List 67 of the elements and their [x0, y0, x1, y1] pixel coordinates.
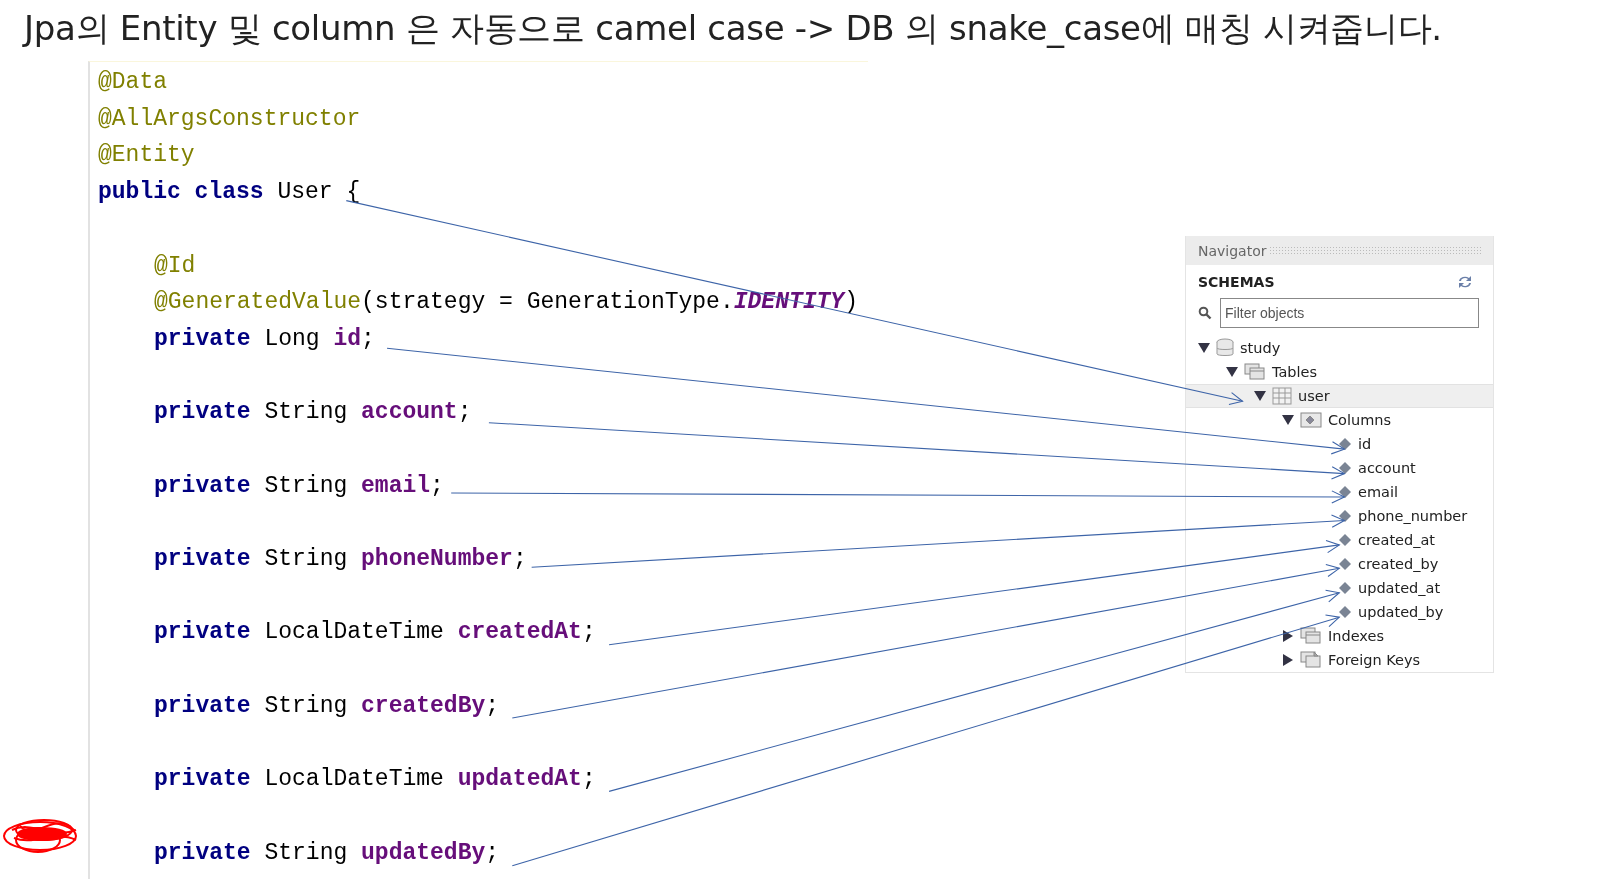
column-diamond-icon [1338, 557, 1352, 571]
tree-label: user [1298, 388, 1330, 404]
tree-label: Columns [1328, 412, 1392, 428]
code-line: private LocalDateTime updatedAt; [153, 765, 596, 795]
code-line: private LocalDateTime createdAt; [153, 618, 596, 648]
code-line: private String account; [153, 398, 472, 428]
tree-label: created_at [1358, 532, 1436, 548]
tree-label: study [1240, 340, 1281, 356]
tree-label: id [1358, 436, 1372, 452]
folder-icon [1244, 363, 1266, 381]
tree-item[interactable]: updated_at [1186, 576, 1493, 600]
column-diamond-icon [1338, 581, 1352, 595]
tree-item[interactable]: user [1186, 384, 1493, 408]
code-line: private String phoneNumber; [153, 545, 527, 575]
code-line: private Long id; [153, 324, 375, 354]
tree-item[interactable]: created_by [1186, 552, 1493, 576]
tree-item[interactable]: id [1186, 432, 1493, 456]
collapse-arrow-icon[interactable] [1282, 414, 1294, 426]
columns-folder-icon [1300, 411, 1322, 429]
tree-label: created_by [1358, 556, 1439, 572]
column-diamond-icon [1338, 509, 1352, 523]
table-icon [1272, 387, 1292, 405]
tree-label: updated_by [1358, 604, 1444, 620]
tree-item[interactable]: updated_by [1186, 600, 1493, 624]
folder-icon [1300, 627, 1322, 645]
column-diamond-icon [1338, 605, 1352, 619]
tree-item[interactable]: Columns [1186, 408, 1493, 432]
code-line: @Id [153, 251, 196, 281]
tree-label: Indexes [1328, 628, 1384, 644]
tree-item[interactable]: Indexes [1186, 624, 1493, 648]
code-line: @Entity [98, 141, 195, 171]
tree-label: account [1358, 460, 1416, 476]
column-diamond-icon [1338, 461, 1352, 475]
tree-label: email [1358, 484, 1398, 500]
code-line: private String email; [153, 471, 444, 501]
search-icon [1198, 306, 1212, 320]
tree-label: updated_at [1358, 580, 1441, 596]
filter-field[interactable]: Filter objects [1220, 298, 1479, 328]
tree-label: Tables [1272, 364, 1318, 380]
tree-item[interactable]: Foreign Keys [1186, 648, 1493, 672]
tree-item[interactable]: Tables [1186, 360, 1493, 384]
expand-arrow-icon[interactable] [1282, 654, 1294, 666]
tree-label: Foreign Keys [1328, 652, 1421, 668]
tree-item[interactable]: email [1186, 480, 1493, 504]
slide-title: Jpa의 Entity 및 column 은 자동으로 camel case -> DB 의 snake_case에 매칭 시켜줍니다. [21, 7, 1443, 50]
code-line: @Data [98, 68, 167, 97]
code-line: private String createdBy; [153, 691, 500, 721]
refresh-icon[interactable] [1457, 274, 1473, 289]
code-line: @AllArgsConstructor [98, 104, 361, 134]
tree-item[interactable]: created_at [1186, 528, 1493, 552]
column-diamond-icon [1338, 533, 1352, 547]
schemas-heading: SCHEMAS [1198, 273, 1275, 290]
navigator-title: Navigator [1198, 242, 1267, 259]
collapse-arrow-icon[interactable] [1254, 390, 1266, 402]
expand-arrow-icon[interactable] [1282, 630, 1294, 642]
database-icon [1216, 338, 1234, 358]
tree-item[interactable]: phone_number [1186, 504, 1493, 528]
code-line: private String updatedBy; [153, 838, 500, 868]
tree-label: phone_number [1358, 508, 1468, 524]
column-diamond-icon [1338, 437, 1352, 451]
collapse-arrow-icon[interactable] [1226, 366, 1238, 378]
collapse-arrow-icon[interactable] [1198, 342, 1210, 354]
keys-folder-icon [1300, 651, 1322, 669]
column-diamond-icon [1338, 485, 1352, 499]
tree-item[interactable]: account [1186, 456, 1493, 480]
code-line: public class User { [98, 178, 361, 208]
tree-item[interactable]: study [1186, 336, 1493, 360]
